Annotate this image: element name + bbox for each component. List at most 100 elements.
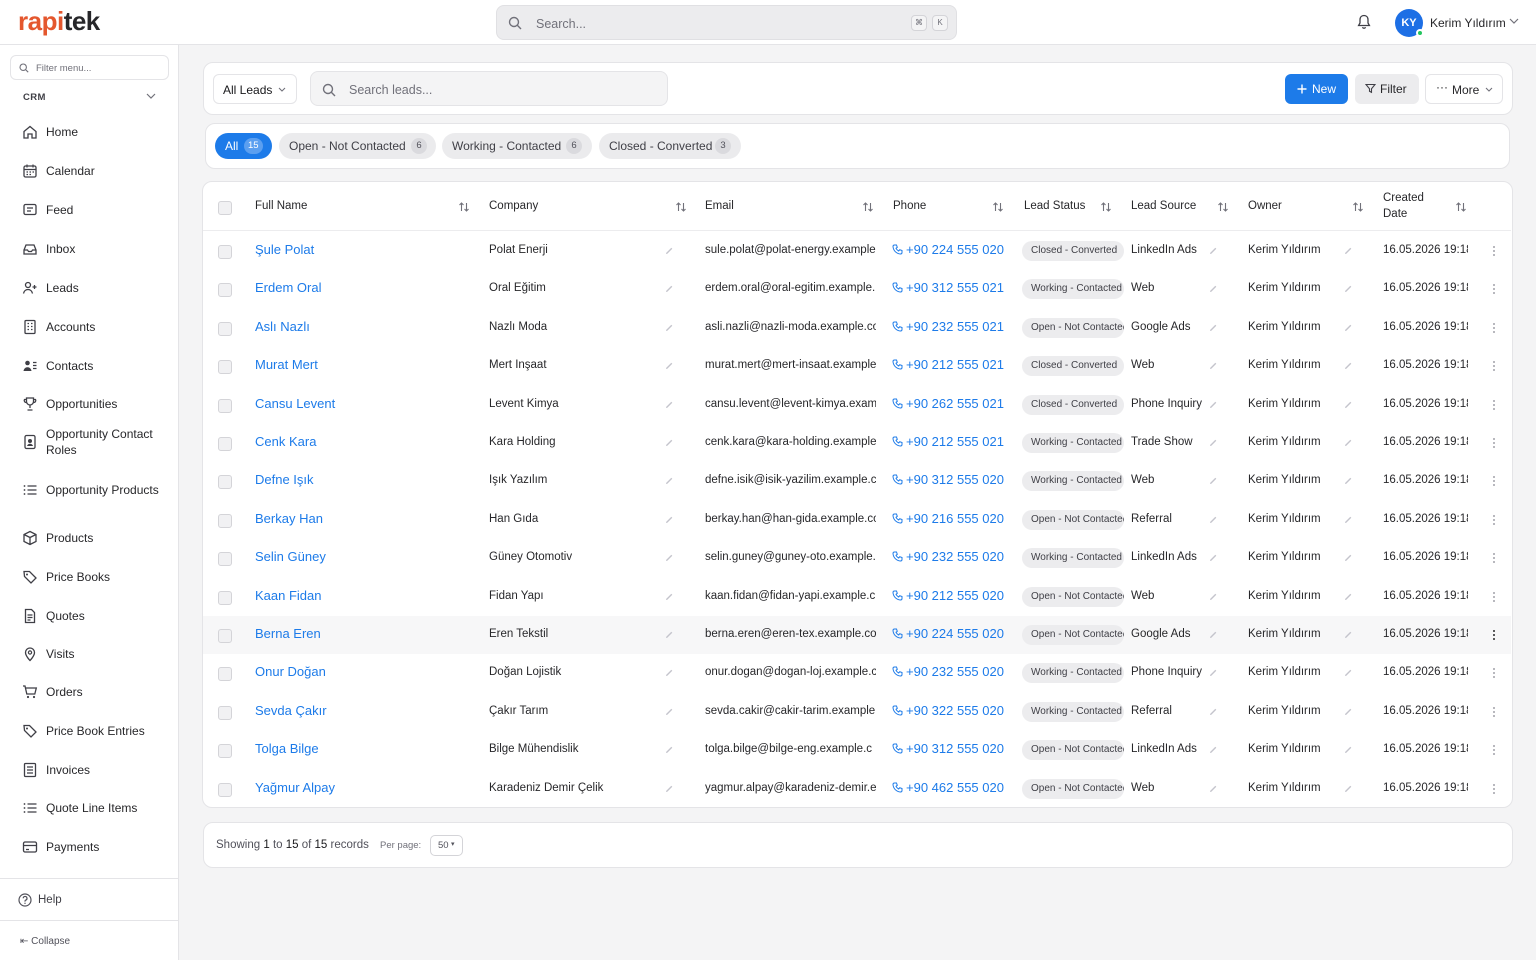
sidebar-item-opportunity-products[interactable]: Opportunity Products	[0, 471, 178, 509]
lead-name-link[interactable]: Tolga Bilge	[255, 741, 319, 756]
row-actions-icon[interactable]	[1493, 628, 1495, 642]
sidebar-item-price-books[interactable]: Price Books	[0, 558, 178, 596]
table-row[interactable]: Berkay Han Han Gıda berkay.han@han-gida.ex…	[203, 501, 1511, 539]
select-all-checkbox[interactable]	[218, 201, 232, 215]
edit-pencil-icon[interactable]	[1344, 515, 1353, 524]
notifications-bell-icon[interactable]	[1357, 14, 1371, 30]
edit-pencil-icon[interactable]	[665, 592, 674, 601]
table-row[interactable]: Murat Mert Mert İnşaat murat.mert@mert-ins…	[203, 347, 1511, 385]
table-row[interactable]: Tolga Bilge Bilge Mühendislik tolga.bilge@…	[203, 731, 1511, 769]
row-checkbox[interactable]	[218, 245, 232, 259]
phone-link[interactable]: +90 322 555 0203	[892, 703, 1004, 718]
edit-pencil-icon[interactable]	[1209, 553, 1218, 562]
edit-pencil-icon[interactable]	[665, 361, 674, 370]
sidebar-item-price-book-entries[interactable]: Price Book Entries	[0, 712, 178, 750]
user-avatar[interactable]: KY	[1395, 9, 1424, 37]
sidebar-item-leads[interactable]: Leads	[0, 269, 178, 307]
sidebar-item-products[interactable]: Products	[0, 519, 178, 557]
edit-pencil-icon[interactable]	[665, 246, 674, 255]
edit-pencil-icon[interactable]	[1344, 361, 1353, 370]
more-actions-button[interactable]: ··· More	[1425, 74, 1503, 104]
edit-pencil-icon[interactable]	[1209, 246, 1218, 255]
phone-link[interactable]: +90 312 555 0204	[892, 741, 1004, 756]
table-row[interactable]: Berna Eren Eren Tekstil berna.eren@eren-te…	[203, 616, 1511, 654]
row-actions-icon[interactable]	[1493, 359, 1495, 373]
phone-link[interactable]: +90 232 555 0209	[892, 549, 1004, 564]
edit-pencil-icon[interactable]	[665, 745, 674, 754]
edit-pencil-icon[interactable]	[1209, 784, 1218, 793]
edit-pencil-icon[interactable]	[665, 515, 674, 524]
sidebar-group-title[interactable]: CRM	[23, 92, 46, 103]
lead-name-link[interactable]: Berna Eren	[255, 626, 321, 641]
new-lead-button[interactable]: New	[1285, 74, 1348, 104]
lead-name-link[interactable]: Onur Doğan	[255, 664, 326, 679]
row-actions-icon[interactable]	[1493, 743, 1495, 757]
row-actions-icon[interactable]	[1493, 705, 1495, 719]
column-header-phone[interactable]: Phone	[893, 198, 926, 214]
row-checkbox[interactable]	[218, 667, 232, 682]
email-cell[interactable]: cenk.kara@kara-holding.example	[705, 436, 876, 448]
sidebar-item-orders[interactable]: Orders	[0, 673, 178, 711]
column-header-full-name[interactable]: Full Name	[255, 198, 307, 214]
phone-link[interactable]: +90 262 555 0215	[892, 396, 1004, 411]
edit-pencil-icon[interactable]	[1209, 400, 1218, 409]
filter-button[interactable]: Filter	[1355, 74, 1419, 104]
chevron-down-icon[interactable]	[1509, 18, 1519, 24]
user-name[interactable]: Kerim Yıldırım	[1430, 16, 1506, 30]
sidebar-item-quote-line-items[interactable]: Quote Line Items	[0, 789, 178, 827]
row-checkbox[interactable]	[218, 782, 232, 797]
email-cell[interactable]: kaan.fidan@fidan-yapi.example.c	[705, 590, 876, 602]
sidebar-item-inbox[interactable]: Inbox	[0, 230, 178, 268]
sort-icon[interactable]	[458, 201, 470, 213]
sidebar-item-contacts[interactable]: Contacts	[0, 347, 178, 385]
row-checkbox[interactable]	[218, 283, 232, 298]
lead-name-link[interactable]: Defne Işık	[255, 472, 314, 487]
edit-pencil-icon[interactable]	[1209, 745, 1218, 754]
table-row[interactable]: Selin Güney Güney Otomotiv selin.guney@gun…	[203, 539, 1511, 577]
row-checkbox[interactable]	[218, 513, 232, 528]
email-cell[interactable]: sevda.cakir@cakir-tarim.example	[705, 705, 876, 717]
edit-pencil-icon[interactable]	[1209, 284, 1218, 293]
sidebar-filter-input[interactable]: Filter menu...	[10, 55, 169, 80]
phone-link[interactable]: +90 212 555 0200	[892, 588, 1004, 603]
edit-pencil-icon[interactable]	[665, 784, 674, 793]
edit-pencil-icon[interactable]	[665, 553, 674, 562]
email-cell[interactable]: onur.dogan@dogan-loj.example.c	[705, 666, 876, 678]
row-actions-icon[interactable]	[1493, 244, 1495, 258]
row-checkbox[interactable]	[218, 705, 232, 720]
table-row[interactable]: Erdem Oral Oral Eğitim erdem.oral@oral-egi…	[203, 270, 1511, 308]
edit-pencil-icon[interactable]	[1344, 630, 1353, 639]
email-cell[interactable]: asli.nazli@nazli-moda.example.com	[705, 321, 876, 333]
sort-icon[interactable]	[862, 201, 874, 213]
lead-name-link[interactable]: Murat Mert	[255, 357, 318, 372]
edit-pencil-icon[interactable]	[1344, 284, 1353, 293]
edit-pencil-icon[interactable]	[1344, 323, 1353, 332]
lead-name-link[interactable]: Erdem Oral	[255, 280, 321, 295]
lead-name-link[interactable]: Aslı Nazlı	[255, 319, 310, 334]
lead-name-link[interactable]: Cenk Kara	[255, 434, 316, 449]
table-row[interactable]: Yağmur Alpay Karadeniz Demir Çelik yagmur.…	[203, 770, 1511, 808]
edit-pencil-icon[interactable]	[665, 323, 674, 332]
row-checkbox[interactable]	[218, 590, 232, 605]
column-header-lead-source[interactable]: Lead Source	[1131, 198, 1196, 214]
edit-pencil-icon[interactable]	[1209, 323, 1218, 332]
pill-all[interactable]: All 15	[215, 133, 272, 159]
table-row[interactable]: Şule Polat Polat Enerji sule.polat@polat-e…	[203, 232, 1511, 270]
pill-closed-converted[interactable]: Closed - Converted 3	[599, 133, 741, 159]
sidebar-item-quotes[interactable]: Quotes	[0, 597, 178, 635]
row-actions-icon[interactable]	[1493, 513, 1495, 527]
lead-name-link[interactable]: Cansu Levent	[255, 396, 335, 411]
pill-working-contacted[interactable]: Working - Contacted 6	[442, 133, 592, 159]
sort-icon[interactable]	[1455, 201, 1467, 213]
edit-pencil-icon[interactable]	[665, 630, 674, 639]
edit-pencil-icon[interactable]	[665, 438, 674, 447]
edit-pencil-icon[interactable]	[1209, 630, 1218, 639]
email-cell[interactable]: yagmur.alpay@karadeniz-demir.e	[705, 782, 876, 794]
row-actions-icon[interactable]	[1493, 782, 1495, 796]
sort-icon[interactable]	[992, 201, 1004, 213]
column-header-owner[interactable]: Owner	[1248, 198, 1282, 214]
row-actions-icon[interactable]	[1493, 551, 1495, 565]
row-checkbox[interactable]	[218, 744, 232, 759]
view-selector-dropdown[interactable]: All Leads	[213, 74, 297, 104]
edit-pencil-icon[interactable]	[1344, 668, 1353, 677]
